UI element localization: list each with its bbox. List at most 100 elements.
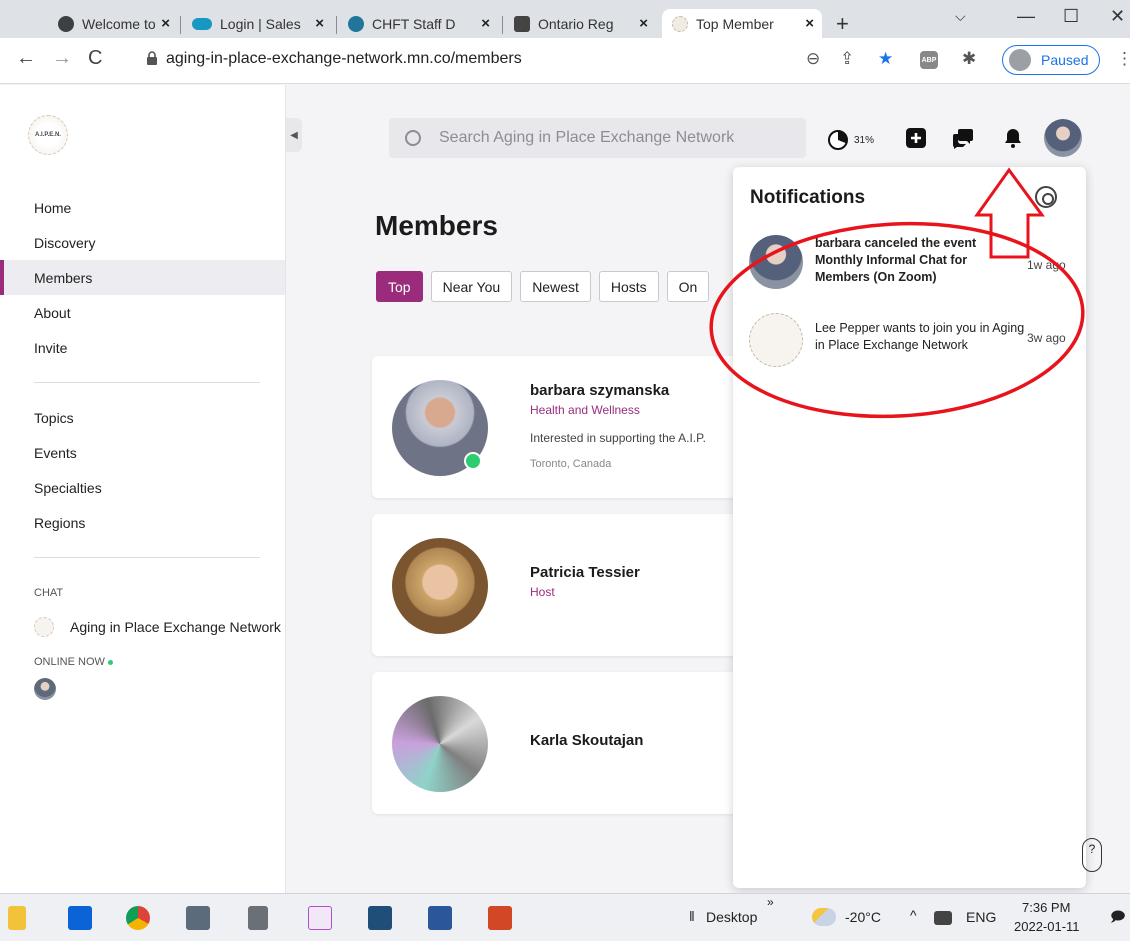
temperature-label[interactable]: -20°C (845, 909, 881, 925)
profile-status: Paused (1041, 52, 1089, 68)
member-card[interactable]: Karla Skoutajan (372, 672, 752, 814)
language-label[interactable]: ENG (966, 909, 996, 925)
member-bio: Interested in supporting the A.I.P. (530, 431, 706, 445)
member-name[interactable]: Patricia Tessier (530, 564, 640, 581)
camera-icon[interactable] (186, 906, 210, 930)
share-icon[interactable]: ⇪ (840, 49, 854, 69)
tab-search-icon[interactable]: ⌵ (955, 8, 966, 25)
sidebar-item-specialties[interactable]: Specialties (0, 470, 285, 505)
word-icon[interactable] (428, 906, 452, 930)
close-icon[interactable]: × (639, 15, 648, 32)
back-icon[interactable]: ← (16, 47, 36, 70)
notification-item[interactable]: barbara canceled the event Monthly Infor… (749, 235, 1079, 295)
browser-tab[interactable]: Login | Sales × (182, 9, 332, 38)
reload-icon[interactable]: C (88, 47, 102, 70)
close-icon[interactable]: × (161, 15, 170, 32)
adblock-icon[interactable]: ABP (920, 51, 938, 69)
desktop-toolbar[interactable]: Desktop (706, 909, 757, 925)
extensions-icon[interactable]: ✱ (962, 49, 976, 69)
sidebar-collapse-button[interactable]: ◀ (286, 118, 302, 152)
chat-item-label: Aging in Place Exchange Network (70, 619, 281, 635)
tab-separator (336, 16, 337, 34)
notification-item[interactable]: Lee Pepper wants to join you in Aging in… (749, 313, 1079, 373)
member-card[interactable]: barbara szymanska Health and Wellness In… (372, 356, 752, 498)
minimize-icon[interactable]: — (1017, 6, 1035, 27)
menu-icon[interactable]: ⋮ (1116, 49, 1130, 69)
new-tab-button[interactable]: + (836, 11, 849, 37)
member-avatar[interactable] (392, 538, 488, 634)
bell-icon[interactable] (1002, 127, 1024, 149)
browser-tab-active[interactable]: Top Member × (662, 9, 822, 38)
filter-near-you[interactable]: Near You (430, 271, 513, 302)
site-logo[interactable]: A.I.P.E.N. (28, 115, 68, 155)
sidebar-item-topics[interactable]: Topics (0, 400, 285, 435)
tray-chevron-icon[interactable]: ^ (910, 907, 917, 923)
close-icon[interactable]: × (805, 15, 814, 32)
sidebar-item-events[interactable]: Events (0, 435, 285, 470)
star-icon[interactable]: ★ (878, 49, 893, 69)
online-dot-icon (107, 659, 113, 665)
taskbar: ‖ Desktop » -20°C ^ ENG 7:36 PM 2022-01-… (0, 893, 1130, 941)
tab-separator (180, 16, 181, 34)
messages-icon[interactable] (952, 127, 974, 149)
bell-app-icon[interactable] (368, 906, 392, 930)
clock-date[interactable]: 2022-01-11 (1014, 919, 1080, 934)
search-placeholder: Search Aging in Place Exchange Network (439, 129, 735, 146)
snipping-tool-icon[interactable] (308, 906, 332, 930)
filter-hosts[interactable]: Hosts (598, 271, 659, 302)
member-name[interactable]: Karla Skoutajan (530, 732, 643, 749)
calculator-icon[interactable] (248, 906, 268, 930)
lock-icon (147, 51, 157, 65)
sidebar-item-invite[interactable]: Invite (0, 330, 285, 365)
gear-icon[interactable] (1035, 186, 1057, 208)
help-icon[interactable]: ? (1082, 838, 1102, 872)
online-now-label: ONLINE NOW (34, 656, 105, 668)
progress-label: 31% (854, 134, 875, 146)
page-title: Members (375, 210, 498, 241)
outlook-icon[interactable] (68, 906, 92, 930)
chevron-icon[interactable]: » (767, 895, 774, 909)
sidebar-item-regions[interactable]: Regions (0, 505, 285, 540)
chat-item[interactable]: Aging in Place Exchange Network (34, 617, 281, 637)
clock-time[interactable]: 7:36 PM (1022, 900, 1070, 915)
site-icon (514, 15, 530, 32)
chrome-icon[interactable] (126, 906, 150, 930)
member-avatar[interactable] (392, 696, 488, 792)
member-card[interactable]: Patricia Tessier Host (372, 514, 752, 656)
browser-tab[interactable]: CHFT Staff D × (338, 9, 498, 38)
forward-icon[interactable]: → (52, 47, 72, 70)
browser-tab[interactable]: Welcome to × (48, 9, 178, 38)
zoom-icon[interactable]: ⊖ (806, 49, 820, 69)
member-location: Toronto, Canada (530, 458, 612, 470)
online-user-avatar[interactable] (34, 678, 56, 700)
powerpoint-icon[interactable] (488, 906, 512, 930)
tab-label: Ontario Reg (538, 15, 614, 32)
search-input[interactable]: Search Aging in Place Exchange Network (389, 118, 806, 158)
file-explorer-icon[interactable] (8, 906, 26, 930)
sidebar-item-about[interactable]: About (0, 295, 285, 330)
close-icon[interactable]: × (481, 15, 490, 32)
filter-newest[interactable]: Newest (520, 271, 591, 302)
filter-online[interactable]: On (666, 271, 710, 302)
user-avatar[interactable] (1044, 119, 1082, 157)
sidebar-item-members[interactable]: Members (0, 260, 285, 295)
profile-paused-button[interactable]: Paused (1002, 45, 1100, 75)
member-name[interactable]: barbara szymanska (530, 382, 669, 399)
tab-label: CHFT Staff D (372, 15, 456, 32)
filter-top[interactable]: Top (376, 271, 423, 302)
notification-center-icon[interactable]: 🗩 (1110, 906, 1126, 930)
weather-icon[interactable] (812, 908, 836, 926)
window-close-icon[interactable]: ✕ (1110, 6, 1125, 27)
tab-label: Login | Sales (220, 15, 301, 32)
network-tray-icon[interactable] (934, 911, 952, 925)
create-plus-icon[interactable] (905, 127, 927, 149)
browser-tab-bar: Welcome to × Login | Sales × CHFT Staff … (0, 0, 1130, 38)
network-icon (672, 15, 688, 32)
maximize-icon[interactable]: ☐ (1063, 6, 1079, 27)
browser-tab[interactable]: Ontario Reg × (504, 9, 656, 38)
profile-progress[interactable]: 31% (828, 130, 874, 150)
close-icon[interactable]: × (315, 15, 324, 32)
url-text[interactable]: aging-in-place-exchange-network.mn.co/me… (166, 50, 522, 68)
sidebar-item-discovery[interactable]: Discovery (0, 225, 285, 260)
sidebar-item-home[interactable]: Home (0, 190, 285, 225)
